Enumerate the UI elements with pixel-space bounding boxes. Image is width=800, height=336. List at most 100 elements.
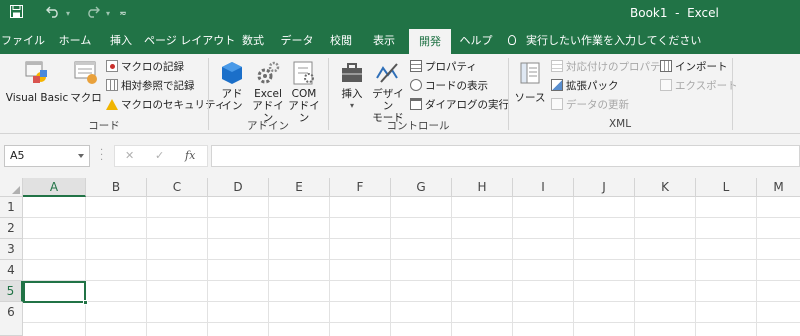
column-header-l[interactable]: L xyxy=(696,178,757,197)
cancel-icon[interactable]: ✕ xyxy=(125,149,134,162)
com-addins-label-1: COM xyxy=(291,88,317,100)
import-label: インポート xyxy=(675,61,728,73)
view-code-label: コードの表示 xyxy=(425,80,488,92)
expansion-packs-button[interactable]: 拡張パック xyxy=(551,79,619,93)
xml-source-button[interactable]: ソース xyxy=(512,60,548,104)
view-code-button[interactable]: コードの表示 xyxy=(410,79,488,93)
macros-button[interactable]: マクロ xyxy=(70,60,102,104)
worksheet-grid[interactable]: A B C D E F G H I J K L M 1 2 3 4 5 6 xyxy=(0,178,800,336)
tab-developer[interactable]: 開発 xyxy=(409,29,451,54)
redo-icon[interactable] xyxy=(82,5,104,23)
export-icon xyxy=(660,79,672,91)
column-header-b[interactable]: B xyxy=(86,178,147,197)
tab-help[interactable]: ヘルプ xyxy=(456,28,496,54)
undo-dropdown-icon[interactable]: ▾ xyxy=(64,5,72,23)
addins-button[interactable]: アド イン xyxy=(214,60,250,112)
tell-me-search[interactable]: 実行したい作業を入力してください xyxy=(508,28,701,54)
ribbon-tabs: ファイル ホーム 挿入 ページ レイアウト 数式 データ 校閲 表示 開発 ヘル… xyxy=(0,28,800,54)
name-box[interactable]: A5 xyxy=(4,145,90,167)
visual-basic-icon xyxy=(25,61,47,83)
row-header-3[interactable]: 3 xyxy=(0,239,23,260)
row-header-2[interactable]: 2 xyxy=(0,218,23,239)
column-header-i[interactable]: I xyxy=(513,178,574,197)
formula-bar-grip-icon[interactable]: · · · xyxy=(100,146,103,166)
column-header-a[interactable]: A xyxy=(23,178,86,197)
group-label-code: コード xyxy=(88,120,120,132)
addins-label-2: イン xyxy=(221,100,243,112)
chevron-down-icon[interactable] xyxy=(78,154,84,158)
tab-formulas[interactable]: 数式 xyxy=(238,28,268,54)
tab-home[interactable]: ホーム xyxy=(52,28,98,54)
column-header-k[interactable]: K xyxy=(635,178,696,197)
record-macro-icon xyxy=(106,60,118,72)
visual-basic-button[interactable]: Visual Basic xyxy=(4,60,70,104)
addins-icon xyxy=(222,62,242,84)
column-header-e[interactable]: E xyxy=(269,178,330,197)
title-bar: ▾ ▾ ≂ Book1 - Excel xyxy=(0,0,800,28)
redo-dropdown-icon[interactable]: ▾ xyxy=(104,5,112,23)
column-header-h[interactable]: H xyxy=(452,178,513,197)
qat-dropdown-icon[interactable]: ≂ xyxy=(116,5,130,23)
macros-icon xyxy=(74,61,97,84)
row-header-1[interactable]: 1 xyxy=(0,197,23,218)
run-dialog-icon xyxy=(410,98,422,110)
column-header-d[interactable]: D xyxy=(208,178,269,197)
expansion-packs-icon xyxy=(551,79,563,91)
column-header-g[interactable]: G xyxy=(391,178,452,197)
insert-control-button[interactable]: 挿入 ▾ xyxy=(336,60,368,112)
selected-cell-a5[interactable] xyxy=(23,281,88,305)
xml-source-label: ソース xyxy=(514,92,546,104)
macros-label: マクロ xyxy=(70,92,102,104)
tab-view[interactable]: 表示 xyxy=(366,28,402,54)
save-icon[interactable] xyxy=(6,5,26,23)
row-header-4[interactable]: 4 xyxy=(0,260,23,281)
group-separator xyxy=(508,58,509,130)
chevron-down-icon: ▾ xyxy=(349,101,354,110)
group-separator xyxy=(732,58,733,130)
com-addins-button[interactable]: COM アドイン xyxy=(286,60,322,124)
tab-review[interactable]: 校閲 xyxy=(326,28,356,54)
group-label-xml: XML xyxy=(608,118,632,130)
export-button[interactable]: エクスポート xyxy=(660,79,738,93)
row-header-5[interactable]: 5 xyxy=(0,281,23,302)
import-button[interactable]: インポート xyxy=(660,60,728,74)
properties-icon xyxy=(410,60,422,72)
grid-line xyxy=(23,259,800,260)
xml-source-icon xyxy=(520,62,540,84)
properties-label: プロパティ xyxy=(425,61,477,73)
row-header-6[interactable]: 6 xyxy=(0,302,23,336)
tab-page-layout[interactable]: ページ レイアウト xyxy=(144,28,235,54)
select-all-corner[interactable] xyxy=(0,178,23,197)
relative-references-label: 相対参照で記録 xyxy=(121,80,195,92)
enter-icon[interactable]: ✓ xyxy=(155,149,164,162)
column-header-f[interactable]: F xyxy=(330,178,391,197)
group-separator xyxy=(328,58,329,130)
map-properties-button[interactable]: 対応付けのプロパティ xyxy=(551,60,670,74)
fill-handle[interactable] xyxy=(83,300,88,305)
tab-data[interactable]: データ xyxy=(278,28,316,54)
insert-function-icon[interactable]: fx xyxy=(185,149,195,162)
refresh-data-button[interactable]: データの更新 xyxy=(551,98,629,112)
import-icon xyxy=(660,60,672,72)
group-label-addins: アドイン xyxy=(247,120,289,132)
grid-line xyxy=(23,280,800,281)
column-header-m[interactable]: M xyxy=(757,178,800,197)
formula-buttons: ✕ ✓ fx xyxy=(114,145,208,167)
column-header-j[interactable]: J xyxy=(574,178,635,197)
design-mode-button[interactable]: デザイン モード xyxy=(368,60,408,124)
grid-line xyxy=(23,322,800,323)
group-separator xyxy=(208,58,209,130)
tab-insert[interactable]: 挿入 xyxy=(104,28,138,54)
relative-references-button[interactable]: 相対参照で記録 xyxy=(106,79,195,93)
name-box-value: A5 xyxy=(10,149,25,162)
run-dialog-label: ダイアログの実行 xyxy=(425,99,509,111)
undo-icon[interactable] xyxy=(42,5,64,23)
formula-input[interactable] xyxy=(211,145,800,167)
grid-line xyxy=(23,301,800,302)
record-macro-button[interactable]: マクロの記録 xyxy=(106,60,184,74)
excel-addins-button[interactable]: Excel アドイン xyxy=(250,60,286,124)
tab-file[interactable]: ファイル xyxy=(0,28,46,54)
run-dialog-button[interactable]: ダイアログの実行 xyxy=(410,98,509,112)
properties-button[interactable]: プロパティ xyxy=(410,60,477,74)
column-header-c[interactable]: C xyxy=(147,178,208,197)
